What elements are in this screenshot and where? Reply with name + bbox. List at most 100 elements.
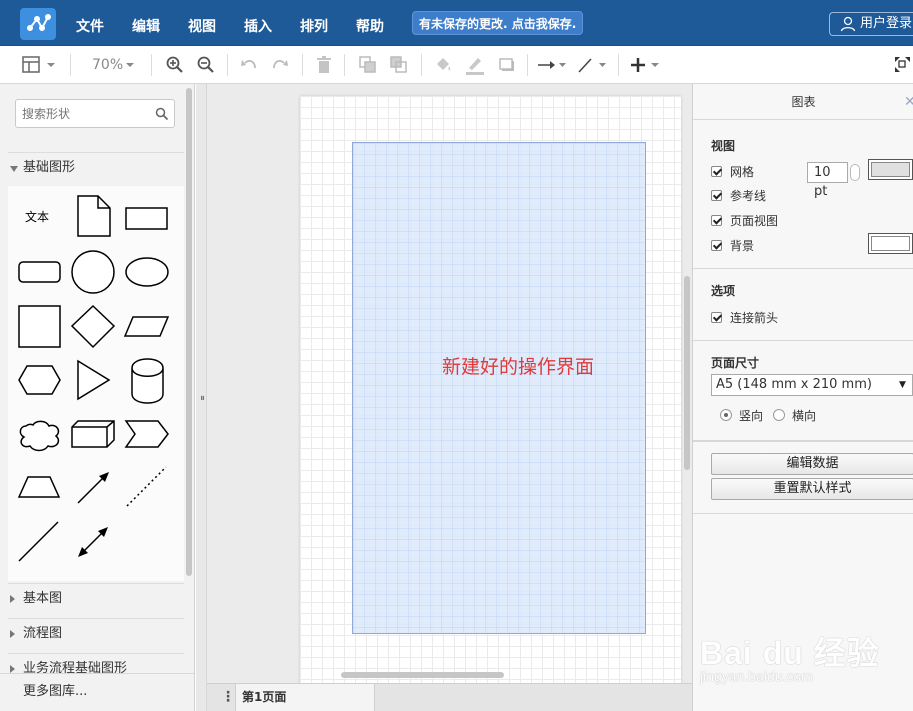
portrait-radio[interactable]: 竖向	[720, 407, 763, 423]
line-color-icon[interactable]	[464, 54, 486, 76]
checkbox-checked-icon	[711, 214, 722, 226]
shape-circle[interactable]	[71, 250, 115, 294]
page-view-label: 页面视图	[730, 213, 779, 228]
shape-trapezoid[interactable]	[17, 476, 61, 498]
panel-title: 图表	[693, 84, 913, 120]
insert-icon[interactable]	[628, 54, 662, 76]
shape-cylinder[interactable]	[131, 358, 164, 404]
grid-size-stepper[interactable]	[850, 164, 860, 181]
shape-step[interactable]	[124, 420, 169, 448]
page-size-heading: 页面尺寸	[711, 356, 760, 370]
canvas-vertical-scrollbar[interactable]	[684, 276, 690, 470]
checkbox-checked-icon	[711, 311, 722, 323]
diagram-canvas[interactable]: 新建好的操作界面	[207, 84, 692, 683]
shape-dotted-line[interactable]	[126, 466, 167, 507]
radio-unselected-icon	[773, 409, 785, 421]
sidebar-splitter[interactable]: ⏸	[196, 84, 207, 711]
shape-rectangle[interactable]	[125, 207, 168, 230]
connection-arrows-checkbox[interactable]: 连接箭头	[711, 309, 778, 325]
connection-icon[interactable]	[536, 54, 568, 76]
guides-checkbox[interactable]: 参考线	[711, 187, 766, 203]
fill-color-icon[interactable]	[433, 54, 453, 76]
menu-view[interactable]: 视图	[188, 16, 216, 36]
checkbox-checked-icon	[711, 239, 722, 251]
shape-square[interactable]	[18, 305, 61, 348]
section-basic-diagram[interactable]: 基本图	[8, 583, 184, 613]
zoom-value: 70%	[92, 57, 124, 73]
menu-arrange[interactable]: 排列	[300, 16, 328, 36]
section-flowchart[interactable]: 流程图	[8, 618, 184, 648]
shape-diamond[interactable]	[70, 304, 116, 349]
actions-section	[693, 441, 913, 514]
redo-icon[interactable]	[270, 54, 290, 76]
portrait-label: 竖向	[739, 408, 764, 423]
splitter-grip-icon: ⏸	[200, 393, 205, 404]
pages-menu-icon[interactable]: ⋮	[221, 690, 235, 704]
guides-label: 参考线	[730, 188, 767, 203]
shape-hexagon[interactable]	[18, 365, 61, 395]
watermark-url: jingyan.baidu.com	[700, 668, 813, 684]
user-icon	[840, 16, 856, 32]
shape-rounded-rectangle[interactable]	[18, 261, 61, 283]
shadow-icon[interactable]	[497, 54, 517, 76]
radio-selected-icon	[720, 409, 732, 421]
canvas-text-label[interactable]: 新建好的操作界面	[442, 352, 594, 379]
to-back-icon[interactable]	[389, 54, 409, 76]
waypoints-icon[interactable]	[576, 54, 608, 76]
chevron-down-icon	[126, 63, 135, 67]
shape-arrow[interactable]	[77, 475, 106, 504]
page-view-checkbox[interactable]: 页面视图	[711, 212, 778, 228]
zoom-select[interactable]: 70%	[92, 54, 137, 76]
page-area[interactable]: 新建好的操作界面	[300, 96, 681, 683]
grid-checkbox[interactable]: 网格	[711, 163, 754, 179]
shape-ellipse[interactable]	[125, 257, 169, 287]
unsaved-changes-button[interactable]: 有未保存的更改. 点击我保存.	[412, 11, 584, 35]
sidebar-scrollbar[interactable]	[186, 88, 192, 576]
canvas-rectangle[interactable]	[352, 142, 646, 634]
menu-file[interactable]: 文件	[76, 16, 104, 36]
zoom-out-icon[interactable]	[196, 54, 216, 76]
zoom-in-icon[interactable]	[165, 54, 185, 76]
shape-line[interactable]	[18, 521, 59, 562]
close-icon[interactable]: ✕	[904, 94, 913, 110]
to-front-icon[interactable]	[358, 54, 378, 76]
menu-help[interactable]: 帮助	[356, 16, 384, 36]
section-basic-shapes[interactable]: 基础图形	[8, 152, 184, 182]
grid-label: 网格	[730, 164, 755, 179]
login-button[interactable]: 用户登录	[829, 12, 913, 36]
canvas-horizontal-scrollbar[interactable]	[341, 672, 504, 678]
watermark: Bai du 经验 jingyan.baidu.com	[700, 610, 900, 690]
search-icon[interactable]	[155, 107, 169, 121]
search-shapes-input[interactable]	[15, 99, 175, 128]
page-view-icon[interactable]	[21, 54, 57, 76]
app-logo-icon[interactable]	[20, 8, 56, 40]
undo-icon[interactable]	[239, 54, 259, 76]
background-checkbox[interactable]: 背景	[711, 237, 754, 253]
login-label: 用户登录	[860, 16, 913, 31]
shape-triangle[interactable]	[77, 359, 111, 401]
menu-edit[interactable]: 编辑	[132, 16, 160, 36]
page-size-select[interactable]: A5 (148 mm x 210 mm)	[711, 374, 913, 396]
checkbox-checked-icon	[711, 189, 722, 201]
landscape-radio[interactable]: 横向	[773, 407, 816, 423]
page-tabs-bar: ⋮ 第1页面	[207, 683, 692, 711]
shapes-sidebar: 基础图形 文本	[0, 84, 195, 711]
shape-note[interactable]	[77, 195, 111, 237]
shape-parallelogram[interactable]	[123, 316, 170, 337]
checkbox-checked-icon	[711, 165, 722, 177]
options-section: 选项 连接箭头	[693, 269, 913, 341]
grid-color-button[interactable]	[868, 159, 913, 180]
toolbar: 70%	[0, 46, 913, 84]
background-color-button[interactable]	[868, 233, 913, 254]
background-label: 背景	[730, 238, 755, 253]
shape-cloud[interactable]	[19, 420, 60, 452]
shape-cube[interactable]	[71, 420, 115, 448]
grid-size-input[interactable]: 10 pt	[807, 162, 848, 199]
more-libraries-button[interactable]: 更多图库...	[0, 673, 194, 711]
menubar: 文件 编辑 视图 插入 排列 帮助 有未保存的更改. 点击我保存. 用户登录	[0, 0, 913, 46]
menu-insert[interactable]: 插入	[244, 16, 272, 36]
page-tab-1[interactable]: 第1页面	[235, 684, 375, 711]
delete-icon[interactable]	[315, 54, 333, 76]
fullscreen-icon[interactable]	[893, 54, 913, 76]
landscape-label: 横向	[792, 408, 817, 423]
